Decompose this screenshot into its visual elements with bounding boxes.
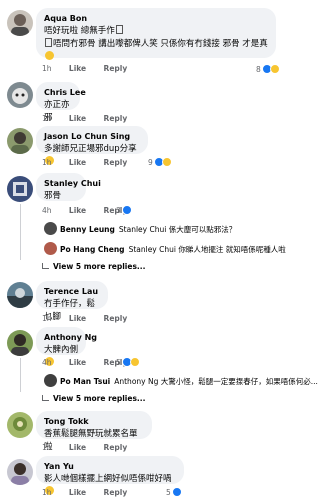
avatar[interactable] — [7, 282, 33, 308]
reply-button[interactable]: Reply — [104, 114, 128, 123]
reply-avatar[interactable] — [44, 242, 57, 255]
comment-author[interactable]: Jason Lo Chun Sing — [44, 131, 140, 143]
haha-reaction-icon — [161, 157, 172, 167]
avatar[interactable] — [7, 176, 33, 202]
avatar[interactable] — [7, 330, 33, 356]
avatar[interactable] — [7, 412, 33, 438]
comment-bubble: Anthony Ng 大髀內側 — [36, 327, 97, 366]
haha-reaction-icon — [269, 64, 280, 74]
reply-text: Anthony Ng 大驚小怪，鬆腿一定要揼春仔，如果唔係何必... — [114, 377, 318, 386]
reply-avatar[interactable] — [44, 374, 57, 387]
comment-actions: 1h Like Reply — [42, 314, 142, 323]
reply-avatar[interactable] — [44, 222, 57, 235]
like-button[interactable]: Like — [69, 358, 86, 367]
reply-button[interactable]: Reply — [104, 314, 128, 323]
thread-line — [20, 358, 21, 392]
reply-author[interactable]: Benny Leung — [60, 225, 115, 234]
thread-line — [20, 204, 21, 260]
reply-button[interactable]: Reply — [104, 158, 128, 167]
timestamp[interactable]: 4h — [42, 206, 52, 215]
comment-text: 邪骨 — [44, 191, 62, 201]
timestamp[interactable]: 1h — [42, 158, 52, 167]
timestamp[interactable]: 1h — [42, 64, 52, 73]
comment-bubble: Stanley Chui 邪骨 — [36, 173, 101, 201]
like-button[interactable]: Like — [69, 64, 86, 73]
like-button[interactable]: Like — [69, 114, 86, 123]
avatar[interactable] — [7, 128, 33, 154]
comment-actions: 1h Like Reply — [42, 64, 142, 73]
comment-author[interactable]: Anthony Ng — [44, 332, 97, 344]
comment-author[interactable]: Chris Lee — [44, 87, 86, 99]
comment-author[interactable]: Tong Tokk — [44, 416, 144, 428]
comment-bubble: Aqua Bon 唔好玩啦 總無手作 唔問冇邪骨 講出嚟都俾人笑 只係你有冇錢接… — [36, 8, 276, 60]
comment-actions: 1h Like Reply — [42, 158, 142, 167]
avatar[interactable] — [7, 459, 33, 485]
comment-author[interactable]: Yan Yu — [44, 461, 176, 473]
comment-actions: 1h Like Reply — [42, 114, 142, 123]
comment-actions: 1h Like Reply — [42, 488, 142, 497]
view-more-replies-link[interactable]: View 5 more replies... — [42, 394, 145, 403]
avatar[interactable] — [7, 82, 33, 108]
reply-author[interactable]: Po Man Tsui — [60, 377, 110, 386]
reaction-count[interactable]: 5 — [166, 487, 182, 497]
view-more-replies-link[interactable]: View 5 more replies... — [42, 262, 145, 271]
reply-arrow-icon — [42, 262, 49, 269]
timestamp[interactable]: 4h — [42, 358, 52, 367]
reply-button[interactable]: Reply — [104, 443, 128, 452]
reaction-count[interactable]: 9 — [148, 157, 172, 167]
missing-glyph-icon — [45, 38, 52, 47]
reply-button[interactable]: Reply — [104, 64, 128, 73]
like-button[interactable]: Like — [69, 206, 86, 215]
reply-preview[interactable]: Po Man Tsui Anthony Ng 大驚小怪，鬆腿一定要揼春仔，如果唔… — [60, 376, 318, 387]
timestamp[interactable]: 1h — [42, 114, 52, 123]
comment-actions: 1h Like Reply — [42, 443, 142, 452]
comment-text-line: 唔問冇邪骨 講出嚟都俾人笑 只係你有冇錢接 邪骨 才是真 — [44, 38, 268, 64]
reply-text: Stanley Chui 係大塵可以點邪法？ — [118, 225, 237, 234]
like-button[interactable]: Like — [69, 488, 86, 497]
reply-text: Stanley Chui 你睇人地擺注 就知唔係呢種人啦 — [128, 245, 286, 254]
like-reaction-icon — [171, 487, 182, 497]
avatar[interactable] — [7, 10, 33, 36]
comment-author[interactable]: Stanley Chui — [44, 178, 101, 190]
reply-author[interactable]: Po Hang Cheng — [60, 245, 125, 254]
timestamp[interactable]: 1h — [42, 488, 52, 497]
timestamp[interactable]: 1h — [42, 314, 52, 323]
reply-preview[interactable]: Benny Leung Stanley Chui 係大塵可以點邪法？ — [60, 224, 236, 235]
comment-bubble: Chris Lee 亦正亦邪 — [36, 82, 86, 123]
like-button[interactable]: Like — [69, 443, 86, 452]
timestamp[interactable]: 1h — [42, 443, 52, 452]
comment-bubble: Jason Lo Chun Sing 多謝師兄正場邪dup分享 — [36, 126, 148, 165]
missing-glyph-icon — [115, 25, 123, 34]
like-button[interactable]: Like — [69, 314, 86, 323]
comment-bubble: Yan Yu 影人哋個樣擺上網好似唔係咁好喎 — [36, 456, 184, 495]
comment-author[interactable]: Aqua Bon — [44, 13, 268, 25]
reply-arrow-icon — [42, 394, 49, 401]
comment-bubble: Terence Lau 冇手作仔，鬆乜腳 — [36, 281, 108, 322]
reaction-count[interactable]: 5 — [116, 357, 140, 367]
comment-bubble: Tong Tokk 香蕉鬆腿無野玩就累名單啦 — [36, 411, 152, 452]
haha-reaction-icon — [129, 357, 140, 367]
reply-button[interactable]: Reply — [104, 488, 128, 497]
comment-author[interactable]: Terence Lau — [44, 286, 100, 298]
like-reaction-icon — [121, 205, 132, 215]
reaction-count[interactable]: 3 — [116, 205, 132, 215]
reaction-count[interactable]: 8 — [256, 64, 280, 74]
like-button[interactable]: Like — [69, 158, 86, 167]
laughing-emoji-icon — [45, 51, 54, 60]
comment-text-line: 唔好玩啦 總無手作 — [44, 25, 268, 38]
reply-preview[interactable]: Po Hang Cheng Stanley Chui 你睇人地擺注 就知唔係呢種… — [60, 244, 286, 255]
